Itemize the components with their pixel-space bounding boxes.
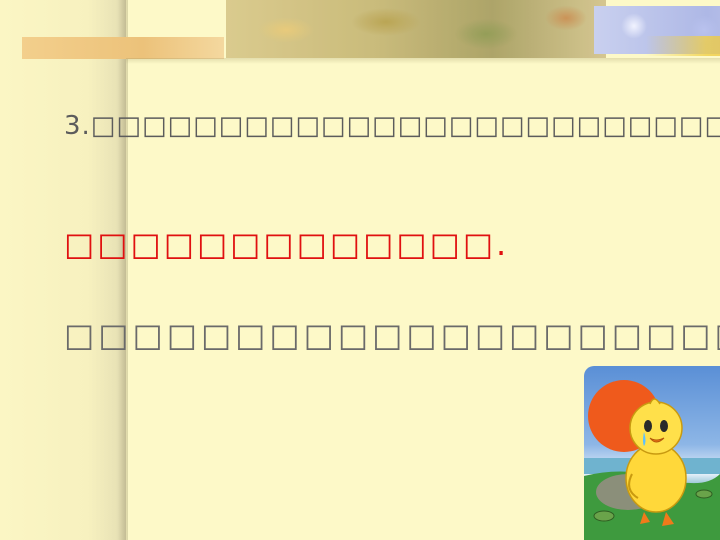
answer-text: □□□□□□□□□□□□□. (64, 225, 510, 263)
slide: 3.□□□□□□□□□□□□□□□□□□□□□□□□□□□□□□? □□□□□□… (0, 0, 720, 540)
duck-eye-right (660, 420, 668, 432)
left-decorative-band (0, 0, 126, 540)
question-text: 3.□□□□□□□□□□□□□□□□□□□□□□□□□□□□□□? (64, 111, 720, 141)
duckling-illustration (584, 380, 720, 540)
paragraph-text: □□□□□□□□□□□□□□□□□□□□□□□□□□□□□□□□□□ (64, 316, 720, 354)
top-decorative-strip (126, 0, 720, 60)
gold-sprinkle-decoration (646, 36, 720, 56)
leaf-banner-image (226, 0, 606, 58)
duck-eye-left (644, 420, 652, 432)
left-band-shadow (118, 0, 128, 540)
crying-duckling-icon (584, 366, 720, 540)
leaf-shape (593, 510, 615, 522)
leaf-shape-2 (695, 489, 713, 499)
duck-head-shape (629, 401, 683, 455)
top-strip-shadow (126, 58, 720, 64)
